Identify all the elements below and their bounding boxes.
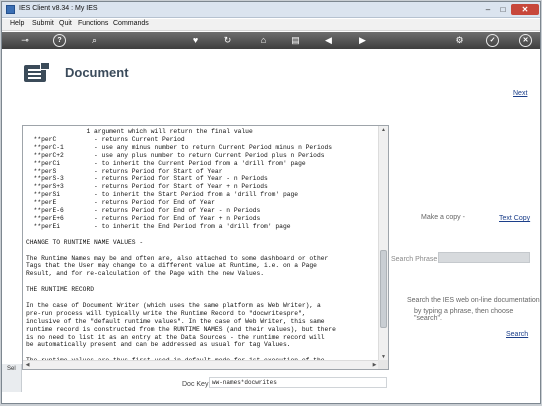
document-line: **perS - returns Period for Start of Yea… (26, 167, 223, 175)
document-line: In the case of Document Writer (which us… (26, 301, 321, 309)
document-line: **perC - returns Current Period (26, 135, 185, 143)
app-icon (6, 5, 15, 14)
left-side-panel: Sel (2, 364, 22, 392)
doc-key-field[interactable]: ww-names*docwrites (209, 377, 387, 388)
document-line: Tags that the User may change to a diffe… (26, 262, 317, 270)
key-icon[interactable]: ⊸ (16, 34, 34, 47)
page-header: Document (2, 50, 540, 100)
document-line: The Runtime Names may be and often are, … (26, 254, 329, 262)
home-icon[interactable]: ⌂ (257, 34, 270, 47)
document-line: **perE - returns Period for End of Year (26, 199, 215, 207)
document-line: Result, and for re-calculation of the Pa… (26, 270, 265, 278)
search-icon[interactable]: ⌕ (88, 34, 101, 47)
document-line: runtime record is constructed from the R… (26, 325, 336, 333)
scrollbar-corner (378, 360, 388, 369)
close-button[interactable]: ✕ (511, 4, 539, 15)
heart-icon[interactable]: ♥ (189, 34, 202, 47)
document-icon (24, 62, 50, 82)
document-line: **perEi - to inherit the End Period from… (26, 222, 291, 230)
app-window: IES Client v8.34 : My IES – □ ✕ Help Sub… (1, 1, 541, 404)
doc-key-label: Doc Key (182, 381, 209, 388)
page-title: Document (65, 65, 129, 80)
menu-help[interactable]: Help (10, 20, 24, 27)
cancel-icon[interactable]: ✕ (519, 34, 532, 47)
document-line: **perE+6 - returns Period for End of Yea… (26, 214, 261, 222)
document-text[interactable]: 1 argument which will return the final v… (23, 126, 379, 362)
search-help-line-1: Search the IES web on-line documentation (407, 297, 540, 304)
minimize-button[interactable]: – (481, 4, 495, 15)
document-line: **perSi - to inherit the Start Period fr… (26, 191, 299, 199)
document-line: **perE-6 - returns Period for End of Yea… (26, 207, 261, 215)
document-line: 1 argument which will return the final v… (26, 128, 253, 135)
refresh-icon[interactable]: ↻ (221, 34, 234, 47)
left-side-label: Sel (7, 366, 16, 372)
document-line: inclusive of the "default runtime values… (26, 317, 325, 325)
menu-bar: Help Submit Quit Functions Commands (2, 19, 540, 31)
print-icon[interactable]: ▤ (289, 34, 302, 47)
document-line: is no need to list it as an entry at the… (26, 333, 325, 341)
document-line: be automatically present and can be addr… (26, 341, 291, 349)
document-line: THE RUNTIME RECORD (26, 286, 95, 294)
document-line: **perC+2 - use any plus number to return… (26, 151, 325, 159)
title-bar: IES Client v8.34 : My IES – □ ✕ (2, 2, 540, 18)
document-line: **perC-1 - use any minus number to retur… (26, 143, 333, 151)
horizontal-scrollbar[interactable]: ◀ ▶ (23, 360, 379, 369)
back-icon[interactable]: ◀ (322, 34, 335, 47)
ok-icon[interactable]: ✓ (486, 34, 499, 47)
document-line: **perCi - to inherit the Current Period … (26, 159, 306, 167)
document-line: **perS+3 - returns Period for Start of Y… (26, 183, 268, 191)
text-copy-link[interactable]: Text Copy (499, 215, 530, 222)
make-copy-label: Make a copy - (421, 214, 465, 221)
next-link[interactable]: Next (513, 90, 527, 97)
search-phrase-label: Search Phrase (391, 256, 438, 263)
search-help-line-2: by typing a phrase, then choose "search"… (414, 308, 514, 322)
menu-submit[interactable]: Submit (32, 20, 54, 27)
menu-quit[interactable]: Quit (59, 20, 72, 27)
scroll-up-icon[interactable]: ▲ (379, 126, 388, 135)
document-line: **perS-3 - returns Period for Start of Y… (26, 175, 268, 183)
toolbar: ⊸ ? ⌕ ♥ ↻ ⌂ ▤ ◀ ▶ ⚙ ✓ ✕ (2, 32, 540, 49)
document-line: CHANGE TO RUNTIME NAME VALUES - (26, 238, 144, 246)
search-link[interactable]: Search (506, 331, 528, 338)
menu-commands[interactable]: Commands (113, 20, 149, 27)
vertical-scroll-thumb[interactable] (380, 250, 387, 328)
document-line: pre-run process will typically write the… (26, 309, 306, 317)
help-icon[interactable]: ? (53, 34, 66, 47)
document-viewer[interactable]: 1 argument which will return the final v… (22, 125, 389, 370)
maximize-button[interactable]: □ (496, 4, 510, 15)
search-phrase-input[interactable] (438, 252, 530, 263)
scroll-left-icon[interactable]: ◀ (23, 361, 32, 369)
window-title: IES Client v8.34 : My IES (19, 5, 98, 12)
settings-icon[interactable]: ⚙ (453, 34, 466, 47)
forward-icon[interactable]: ▶ (356, 34, 369, 47)
vertical-scrollbar[interactable]: ▲ ▼ (378, 126, 388, 362)
menu-functions[interactable]: Functions (78, 20, 108, 27)
